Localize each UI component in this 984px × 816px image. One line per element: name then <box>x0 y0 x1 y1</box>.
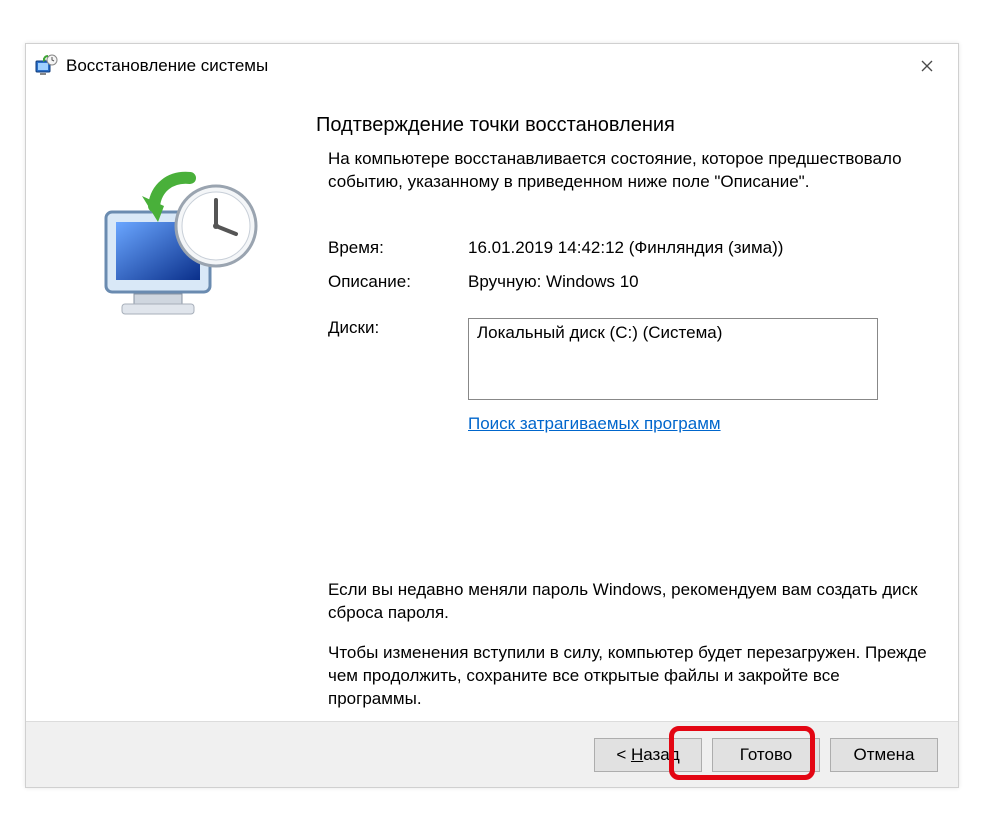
wizard-sidebar <box>26 88 294 721</box>
page-heading: Подтверждение точки восстановления <box>316 114 675 137</box>
system-restore-window: Восстановление системы <box>25 43 959 788</box>
close-icon <box>921 60 933 72</box>
titlebar: Восстановление системы <box>26 44 958 88</box>
disks-row: Диски: Локальный диск (C:) (Система) <box>328 318 928 400</box>
description-value: Вручную: Windows 10 <box>468 272 928 292</box>
time-value: 16.01.2019 14:42:12 (Финляндия (зима)) <box>468 238 928 258</box>
cancel-button[interactable]: Отмена <box>830 738 938 772</box>
restart-warning-text: Чтобы изменения вступили в силу, компьют… <box>328 642 928 711</box>
window-title: Восстановление системы <box>66 56 904 76</box>
disk-item: Локальный диск (C:) (Система) <box>477 323 869 343</box>
intro-text: На компьютере восстанавливается состояни… <box>328 148 928 194</box>
back-button[interactable]: < Назад <box>594 738 702 772</box>
description-row: Описание: Вручную: Windows 10 <box>328 272 928 292</box>
password-warning-text: Если вы недавно меняли пароль Windows, р… <box>328 579 928 625</box>
wizard-body: Подтверждение точки восстановления На ко… <box>26 88 958 721</box>
content-pane: Подтверждение точки восстановления На ко… <box>316 88 928 721</box>
disks-listbox[interactable]: Локальный диск (C:) (Система) <box>468 318 878 400</box>
description-label: Описание: <box>328 272 468 292</box>
system-restore-icon <box>34 54 58 78</box>
time-label: Время: <box>328 238 468 258</box>
wizard-footer: < Назад Готово Отмена <box>26 721 958 787</box>
scan-affected-programs-link[interactable]: Поиск затрагиваемых программ <box>468 414 721 434</box>
system-restore-hero-icon <box>98 166 268 336</box>
disks-label: Диски: <box>328 318 468 338</box>
finish-button[interactable]: Готово <box>712 738 820 772</box>
close-button[interactable] <box>904 51 950 81</box>
time-row: Время: 16.01.2019 14:42:12 (Финляндия (з… <box>328 238 928 258</box>
